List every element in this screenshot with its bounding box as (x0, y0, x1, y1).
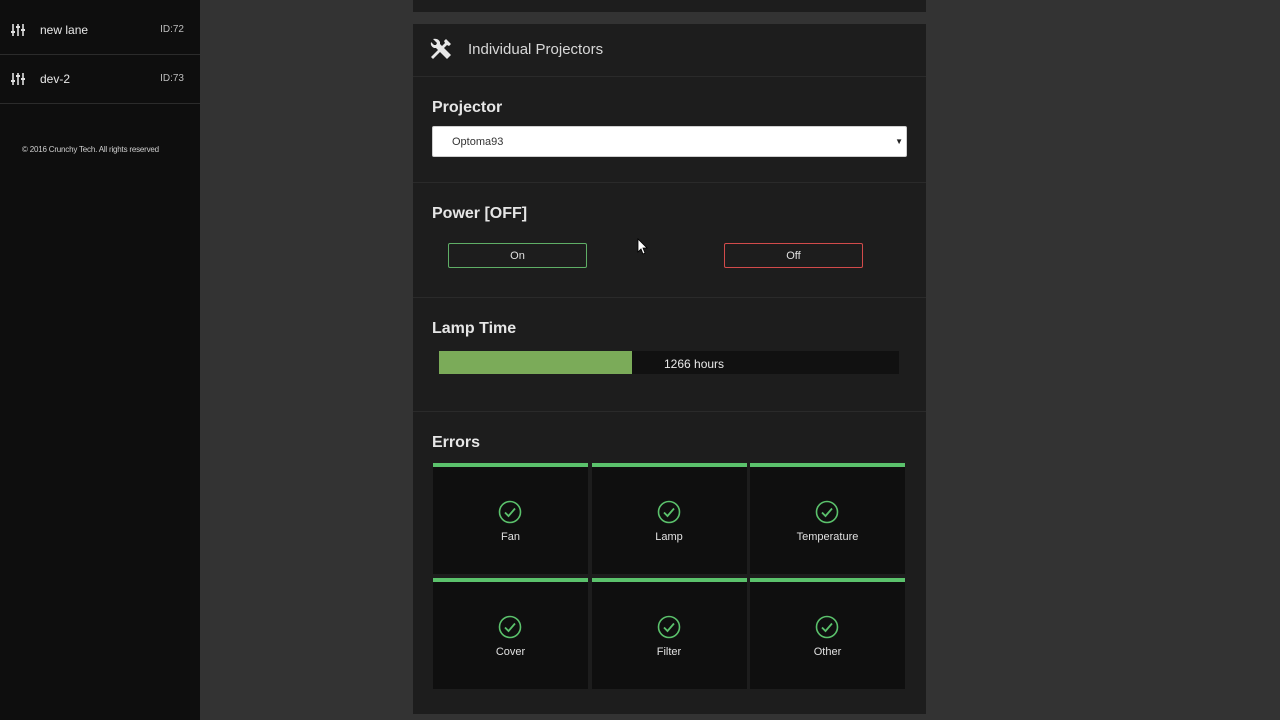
check-circle-icon (815, 500, 839, 524)
check-circle-icon (498, 615, 522, 639)
check-circle-icon (657, 500, 680, 524)
previous-panel (413, 0, 926, 12)
projector-select-value: Optoma93 (452, 136, 504, 148)
errors-heading: Errors (432, 434, 481, 451)
projector-heading: Projector (432, 99, 503, 116)
power-off-button[interactable]: Off (724, 243, 863, 268)
copyright-text: © 2016 Crunchy Tech. All rights reserved (22, 145, 159, 154)
divider (413, 182, 926, 183)
mouse-cursor-icon (637, 238, 648, 255)
error-status-fan: Fan (433, 463, 588, 574)
sidebar-item-label: new lane (40, 22, 89, 37)
check-circle-icon (657, 615, 680, 639)
error-status-label: Cover (495, 646, 526, 658)
error-status-cover: Cover (433, 578, 588, 689)
power-heading: Power [OFF] (432, 205, 528, 222)
sidebar-item-label: dev-2 (40, 71, 71, 86)
check-circle-icon (498, 500, 522, 524)
lamp-time-heading: Lamp Time (432, 320, 517, 337)
lamp-time-text: 1266 hours (664, 357, 725, 371)
error-status-label: Filter (656, 646, 682, 658)
error-status-label: Temperature (796, 531, 859, 543)
lamp-time-bar: 1266 hours (439, 351, 899, 374)
error-status-label: Lamp (655, 531, 683, 543)
sidebar: new lane ID:72 dev-2 ID:73 © 2016 Crunch… (0, 0, 200, 720)
projector-panel: Individual Projectors Projector Optoma93… (413, 24, 926, 714)
sliders-icon (11, 73, 25, 85)
sliders-icon (11, 24, 25, 36)
lamp-time-fill (439, 351, 633, 374)
sidebar-item-new-lane[interactable]: new lane ID:72 (0, 5, 200, 55)
divider (413, 411, 926, 412)
error-status-lamp: Lamp (591, 463, 747, 574)
panel-title: Individual Projectors (468, 41, 604, 58)
error-status-label: Fan (501, 531, 520, 543)
error-status-label: Other (813, 646, 842, 658)
panel-header: Individual Projectors (413, 24, 926, 77)
error-status-filter: Filter (591, 578, 747, 689)
sidebar-item-dev-2[interactable]: dev-2 ID:73 (0, 54, 200, 104)
sidebar-item-id: ID:72 (160, 24, 184, 35)
sidebar-item-id: ID:73 (160, 73, 184, 84)
error-status-temperature: Temperature (750, 463, 905, 574)
divider (413, 297, 926, 298)
check-circle-icon (815, 615, 839, 639)
projector-select[interactable]: Optoma93 ▼ (432, 126, 907, 157)
chevron-down-icon: ▼ (895, 137, 903, 146)
power-on-button[interactable]: On (448, 243, 587, 268)
error-status-other: Other (750, 578, 905, 689)
tools-icon (430, 38, 451, 59)
